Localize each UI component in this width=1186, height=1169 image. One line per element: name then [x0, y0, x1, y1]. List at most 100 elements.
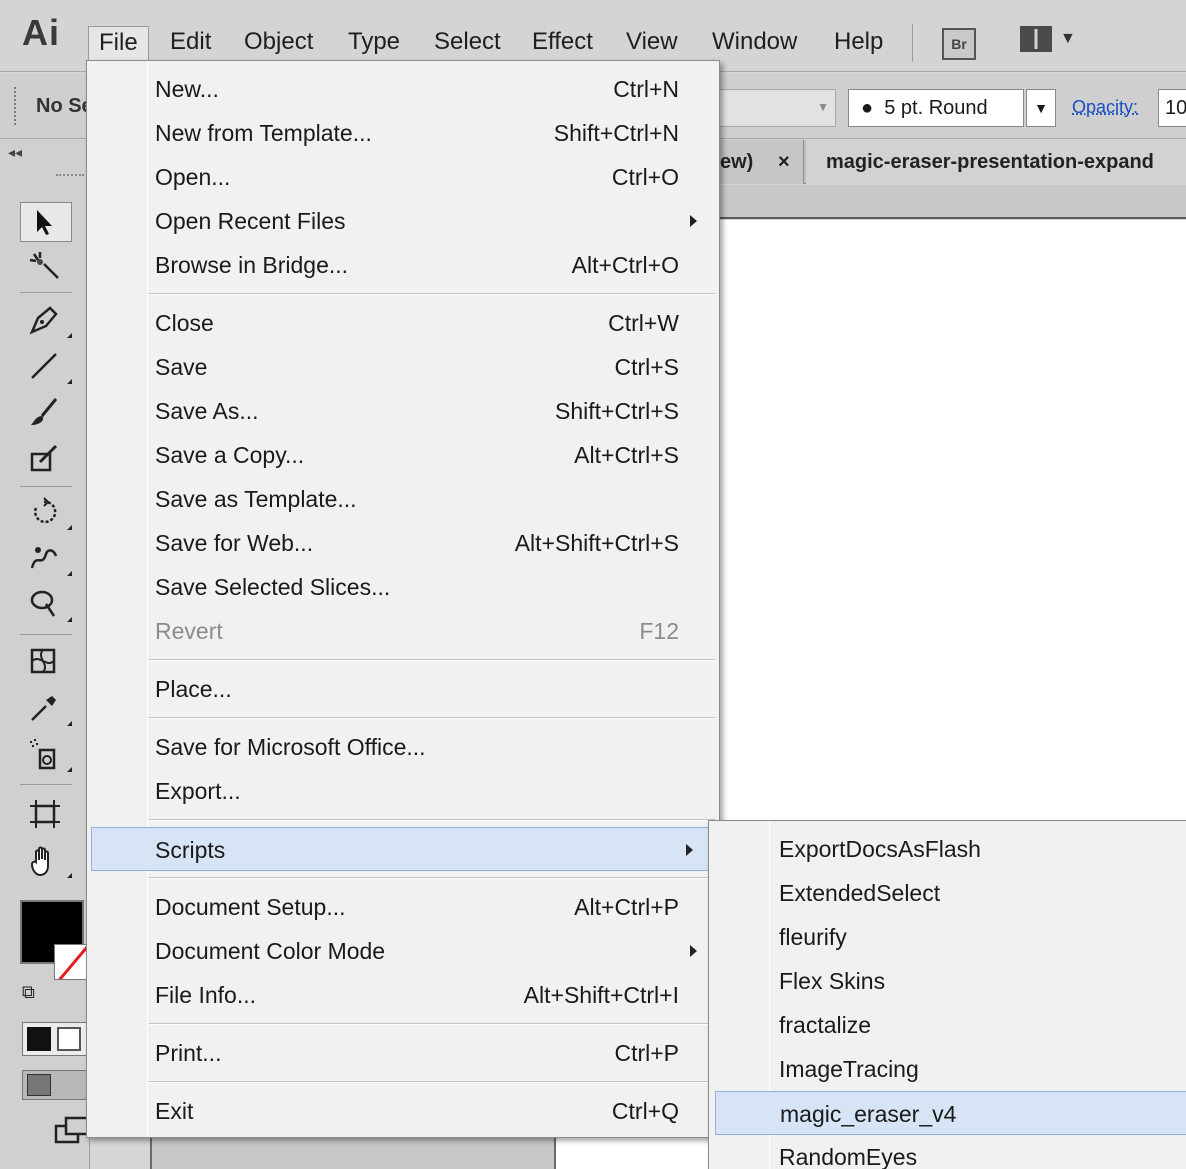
warp-tool[interactable]: [20, 538, 72, 578]
brush-dot-icon: ●: [861, 97, 874, 119]
menu-effect[interactable]: Effect: [522, 26, 603, 60]
script-item-extendedselect[interactable]: ExtendedSelect: [709, 871, 1186, 915]
script-item-fractalize[interactable]: fractalize: [709, 1003, 1186, 1047]
hand-tool[interactable]: [20, 840, 72, 880]
magic-wand-icon: [29, 252, 59, 279]
chevron-down-icon: ▼: [817, 100, 829, 114]
magic-wand-tool[interactable]: [20, 246, 72, 286]
opacity-input[interactable]: 10: [1158, 89, 1186, 127]
menu-item-browse-bridge[interactable]: Browse in Bridge... Alt+Ctrl+O: [87, 243, 719, 287]
menu-separator: [912, 24, 913, 62]
menu-view[interactable]: View: [616, 26, 688, 60]
menu-item-print[interactable]: Print... Ctrl+P: [87, 1031, 719, 1075]
menu-type[interactable]: Type: [338, 26, 410, 60]
rotate-icon: [34, 497, 57, 524]
menu-select[interactable]: Select: [424, 26, 511, 60]
shape-builder-icon: [30, 590, 56, 617]
symbol-sprayer-tool[interactable]: [20, 734, 72, 774]
close-icon[interactable]: ×: [778, 140, 790, 184]
scripts-submenu: ExportDocsAsFlash ExtendedSelect fleurif…: [708, 820, 1186, 1169]
paintbrush-tool[interactable]: [20, 392, 72, 432]
menu-item-save-a-copy[interactable]: Save a Copy... Alt+Ctrl+S: [87, 433, 719, 477]
blob-brush-tool[interactable]: [20, 438, 72, 478]
menu-item-close[interactable]: Close Ctrl+W: [87, 301, 719, 345]
script-item-exportdocsasflash[interactable]: ExportDocsAsFlash: [709, 827, 1186, 871]
menu-item-export[interactable]: Export...: [87, 769, 719, 813]
workspace-grid-icon: [1020, 26, 1052, 52]
menu-separator: [149, 659, 715, 661]
gradient-mode-icon[interactable]: [57, 1027, 81, 1051]
script-item-flex-skins[interactable]: Flex Skins: [709, 959, 1186, 1003]
shape-builder-tool[interactable]: [20, 584, 72, 624]
brush-value: 5 pt. Round: [884, 97, 988, 119]
collapse-panel-icon[interactable]: ◂◂: [8, 144, 22, 161]
tools-panel: ◂◂ ⧉: [0, 140, 90, 1169]
draw-normal-icon[interactable]: [27, 1074, 51, 1096]
document-tab-label: ew): [720, 151, 754, 173]
workspace-switcher-button[interactable]: ▼: [1020, 26, 1080, 56]
warp-icon: [30, 547, 58, 569]
menu-item-save[interactable]: Save Ctrl+S: [87, 345, 719, 389]
selection-arrow-icon: [37, 210, 52, 235]
panel-grip[interactable]: [56, 174, 84, 177]
selection-status: No Se: [36, 95, 93, 117]
menu-separator: [149, 1023, 715, 1025]
color-mode-buttons[interactable]: [22, 1022, 88, 1056]
artboard-tool[interactable]: [20, 794, 72, 834]
script-item-randomeyes[interactable]: RandomEyes: [709, 1135, 1186, 1169]
menu-item-file-info[interactable]: File Info... Alt+Shift+Ctrl+I: [87, 973, 719, 1017]
menu-object[interactable]: Object: [234, 26, 323, 60]
menu-help[interactable]: Help: [824, 26, 893, 60]
tool-divider: [20, 634, 72, 635]
menu-item-save-for-office[interactable]: Save for Microsoft Office...: [87, 725, 719, 769]
default-colors-icon[interactable]: ⧉: [22, 982, 35, 1003]
menu-edit[interactable]: Edit: [160, 26, 221, 60]
menu-item-new[interactable]: New... Ctrl+N: [87, 67, 719, 111]
brush-dropdown-button[interactable]: ▼: [1026, 89, 1056, 127]
tool-divider: [20, 292, 72, 293]
hand-icon: [30, 846, 49, 877]
blob-brush-icon: [30, 444, 58, 472]
mesh-icon: [30, 648, 56, 674]
menu-item-new-from-template[interactable]: New from Template... Shift+Ctrl+N: [87, 111, 719, 155]
mesh-tool[interactable]: [20, 642, 72, 682]
eyedropper-icon: [31, 696, 56, 721]
menu-item-exit[interactable]: Exit Ctrl+Q: [87, 1089, 719, 1133]
stroke-none-swatch[interactable]: [54, 944, 90, 980]
line-segment-tool[interactable]: [20, 346, 72, 386]
selection-tool[interactable]: [20, 202, 72, 242]
menu-item-save-selected-slices[interactable]: Save Selected Slices...: [87, 565, 719, 609]
document-tab-active[interactable]: magic-eraser-presentation-expand: [806, 140, 1186, 184]
menu-item-document-setup[interactable]: Document Setup... Alt+Ctrl+P: [87, 885, 719, 929]
draw-mode-buttons[interactable]: [22, 1070, 88, 1100]
submenu-arrow-icon: [686, 844, 693, 856]
stroke-weight-dropdown[interactable]: ▼: [716, 89, 836, 127]
opacity-link[interactable]: Opacity:: [1072, 97, 1138, 118]
menu-item-place[interactable]: Place...: [87, 667, 719, 711]
brush-definition-field[interactable]: ● 5 pt. Round: [848, 89, 1024, 127]
menu-item-open[interactable]: Open... Ctrl+O: [87, 155, 719, 199]
rotate-tool[interactable]: [20, 492, 72, 532]
menu-item-save-as[interactable]: Save As... Shift+Ctrl+S: [87, 389, 719, 433]
script-item-fleurify[interactable]: fleurify: [709, 915, 1186, 959]
menu-separator: [149, 293, 715, 295]
script-item-magic-eraser[interactable]: magic_eraser_v4: [715, 1091, 1186, 1135]
menu-window[interactable]: Window: [702, 26, 807, 60]
menu-item-open-recent[interactable]: Open Recent Files: [87, 199, 719, 243]
script-item-imagetracing[interactable]: ImageTracing: [709, 1047, 1186, 1091]
color-mode-icon[interactable]: [27, 1027, 51, 1051]
menu-file[interactable]: File: [88, 26, 149, 60]
menu-item-document-color-mode[interactable]: Document Color Mode: [87, 929, 719, 973]
bridge-button[interactable]: Br: [942, 28, 976, 60]
document-tab-label: magic-eraser-presentation-expand: [826, 151, 1154, 173]
menu-separator: [149, 717, 715, 719]
menu-separator: [149, 877, 715, 879]
panel-grip[interactable]: [14, 87, 18, 125]
pen-tool[interactable]: [20, 300, 72, 340]
menu-item-save-for-web[interactable]: Save for Web... Alt+Shift+Ctrl+S: [87, 521, 719, 565]
menu-item-scripts[interactable]: Scripts: [91, 827, 711, 871]
menu-item-save-as-template[interactable]: Save as Template...: [87, 477, 719, 521]
tool-divider: [20, 784, 72, 785]
line-segment-icon: [31, 353, 57, 379]
eyedropper-tool[interactable]: [20, 688, 72, 728]
